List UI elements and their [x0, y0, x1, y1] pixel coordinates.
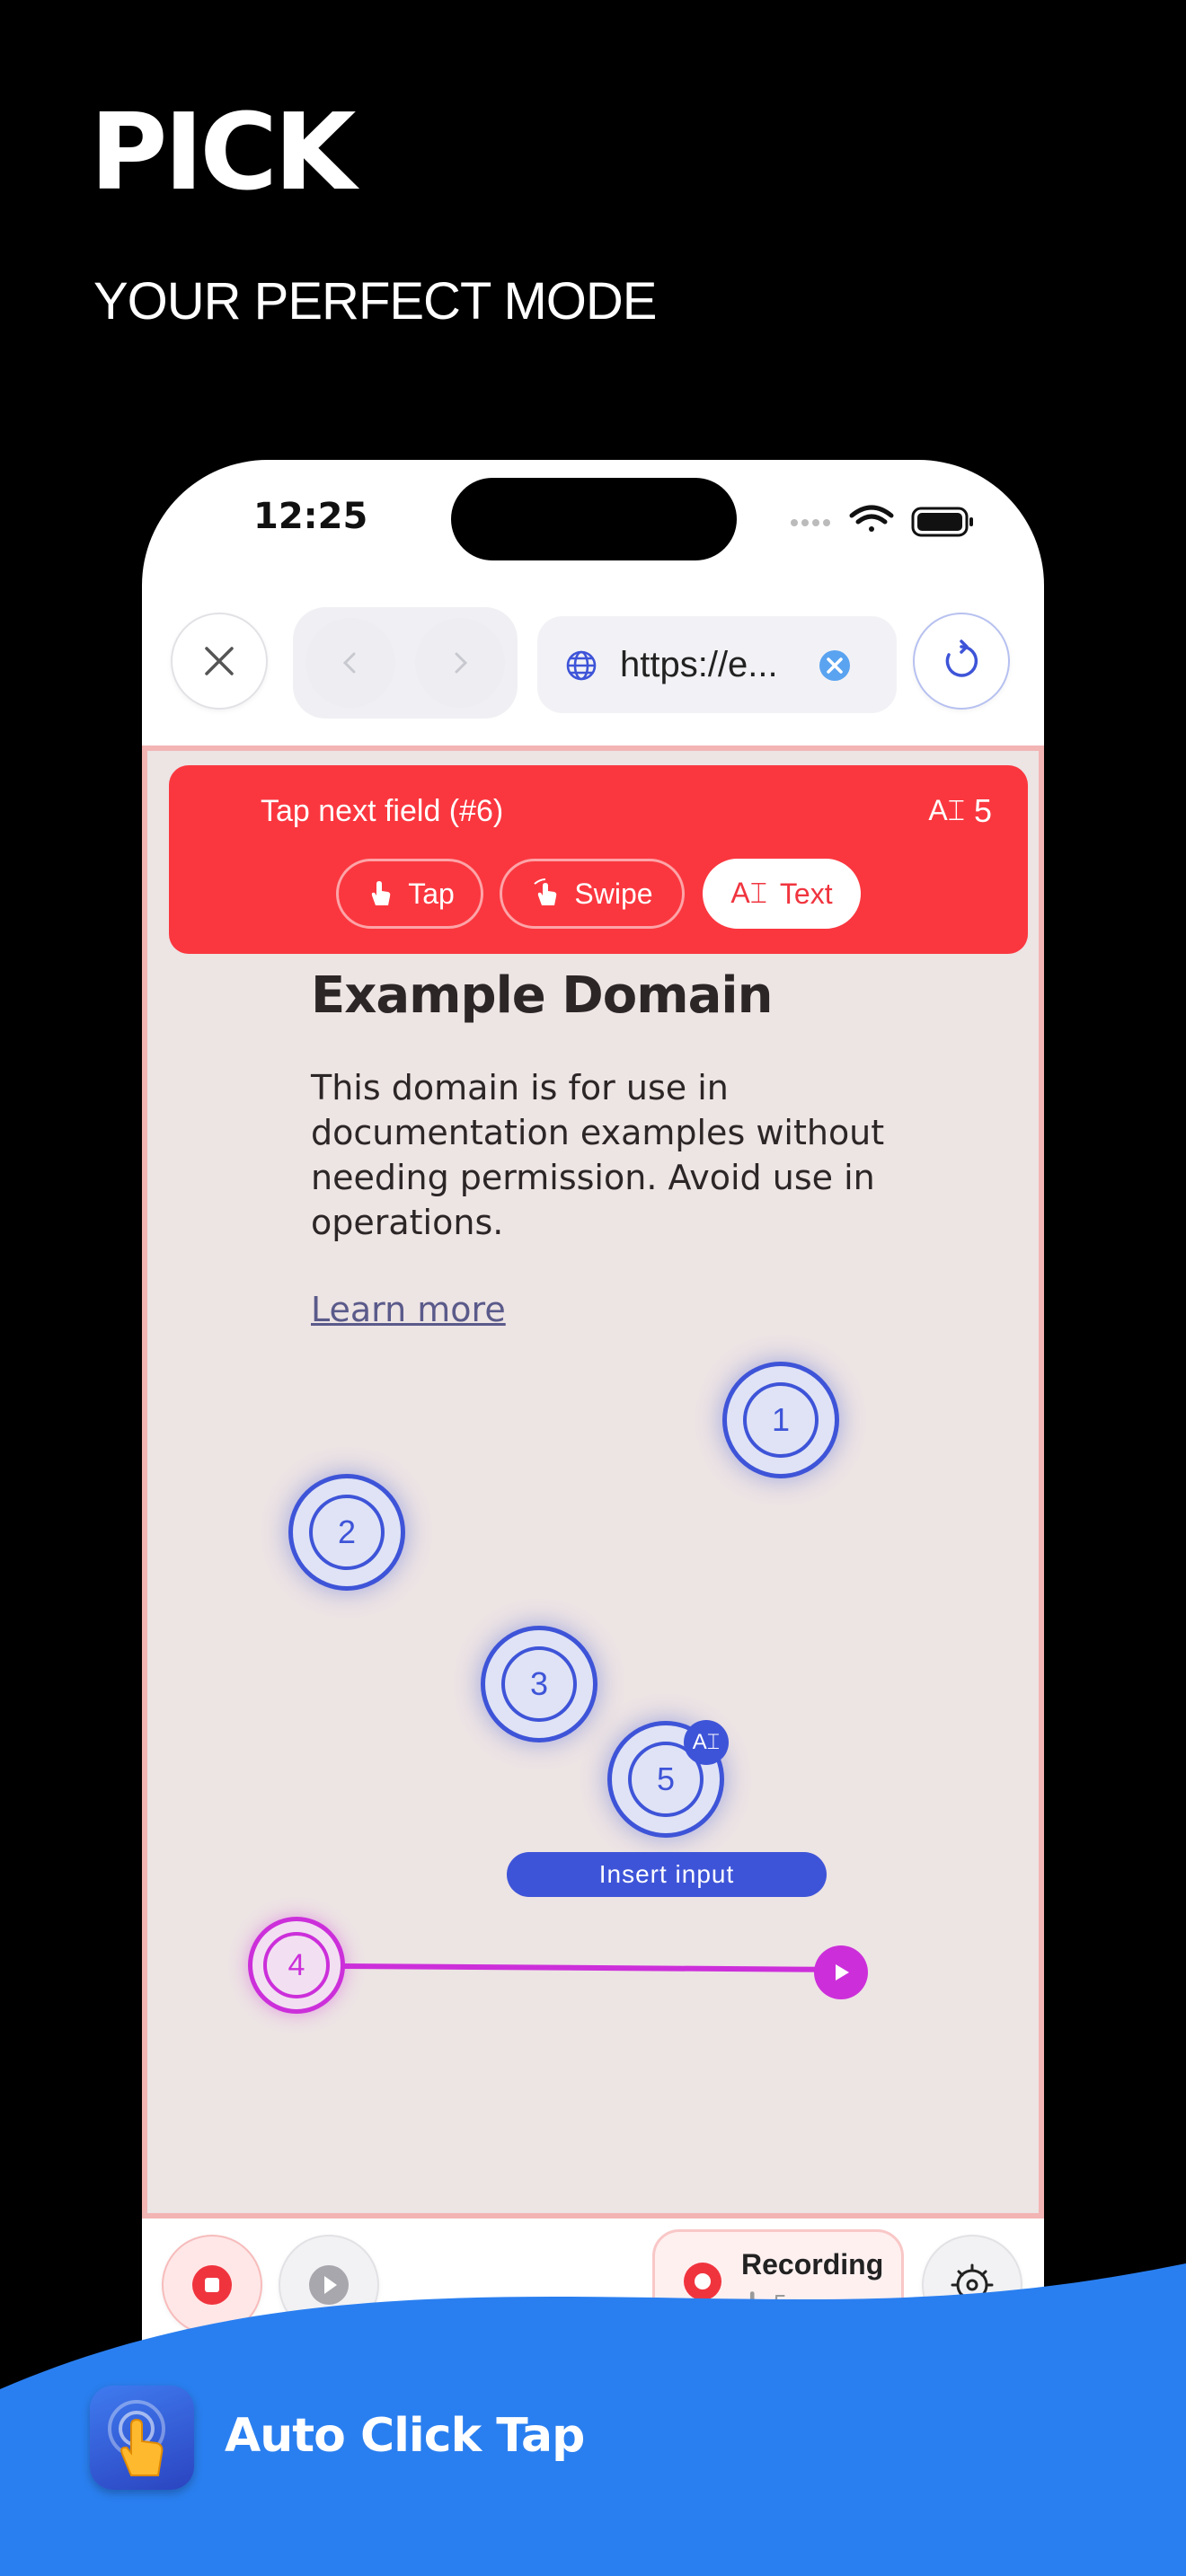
- phone-frame: 12:25 https://e... Tap next field (#6) A…: [142, 460, 1044, 2562]
- reload-icon: [945, 640, 978, 677]
- mode-swipe-label: Swipe: [574, 877, 653, 910]
- target-number: 4: [263, 1932, 330, 1998]
- forward-icon: [455, 652, 468, 674]
- signal-dots-icon: [791, 519, 830, 526]
- target-number: 2: [309, 1495, 385, 1570]
- recorder-panel: Tap next field (#6) A⌶ 5 Tap Swipe A⌶ Te…: [169, 765, 1028, 954]
- globe-icon: [566, 650, 597, 681]
- target-number: 1: [743, 1382, 819, 1458]
- mode-text-button[interactable]: A⌶ Text: [703, 859, 861, 929]
- text-count-value: 5: [973, 792, 992, 829]
- learn-more-link[interactable]: Learn more: [311, 1290, 506, 1329]
- tap-target-1[interactable]: 1: [722, 1362, 839, 1478]
- swipe-hand-icon: [534, 878, 557, 905]
- swipe-target-4[interactable]: 4: [248, 1917, 345, 2014]
- tap-target-3[interactable]: 3: [481, 1626, 597, 1742]
- mode-tap-label: Tap: [408, 877, 455, 910]
- close-icon: [205, 647, 234, 675]
- text-cursor-icon: A⌶: [684, 1720, 729, 1765]
- close-button[interactable]: [171, 613, 268, 710]
- text-count: A⌶ 5: [928, 792, 992, 830]
- text-cursor-icon: A⌶: [928, 794, 965, 826]
- swipe-end-handle[interactable]: [814, 1945, 868, 1999]
- mode-text-label: Text: [779, 877, 833, 910]
- back-button[interactable]: [305, 618, 395, 708]
- app-name: Auto Click Tap: [225, 2409, 585, 2463]
- target-number: 3: [501, 1646, 577, 1722]
- tap-target-2[interactable]: 2: [288, 1474, 405, 1591]
- forward-button[interactable]: [415, 618, 505, 708]
- url-bar[interactable]: https://e...: [537, 616, 897, 713]
- reload-button[interactable]: [913, 613, 1010, 710]
- swipe-path: [339, 1963, 826, 1972]
- mode-tap-button[interactable]: Tap: [336, 859, 483, 929]
- wifi-icon: [849, 505, 894, 532]
- clear-icon[interactable]: [818, 648, 852, 683]
- text-target-5[interactable]: 5 A⌶: [607, 1720, 729, 1838]
- browser-toolbar: https://e...: [142, 604, 1044, 747]
- url-text: https://e...: [620, 645, 778, 684]
- play-icon: [836, 1964, 849, 1981]
- status-icons: [791, 505, 973, 537]
- web-view[interactable]: Tap next field (#6) A⌶ 5 Tap Swipe A⌶ Te…: [142, 745, 1044, 2219]
- promo-headline: PICK: [90, 90, 356, 214]
- page-title: Example Domain: [311, 966, 773, 1025]
- tap-hand-icon: [372, 881, 391, 905]
- tap-hand-icon: [108, 2400, 165, 2476]
- app-logo: [90, 2386, 194, 2490]
- promo-subhead: YOUR PERFECT MODE: [93, 272, 657, 331]
- insert-input-label: Insert input: [507, 1852, 827, 1897]
- status-time: 12:25: [253, 496, 368, 537]
- back-icon: [342, 652, 356, 674]
- dynamic-island: [451, 478, 737, 560]
- mode-swipe-button[interactable]: Swipe: [500, 859, 685, 929]
- nav-group: [293, 607, 518, 719]
- page-body: This domain is for use in documentation …: [311, 1068, 885, 1242]
- panel-prompt: Tap next field (#6): [261, 794, 504, 828]
- battery-icon: [911, 507, 973, 537]
- text-cursor-icon: A⌶: [730, 877, 767, 909]
